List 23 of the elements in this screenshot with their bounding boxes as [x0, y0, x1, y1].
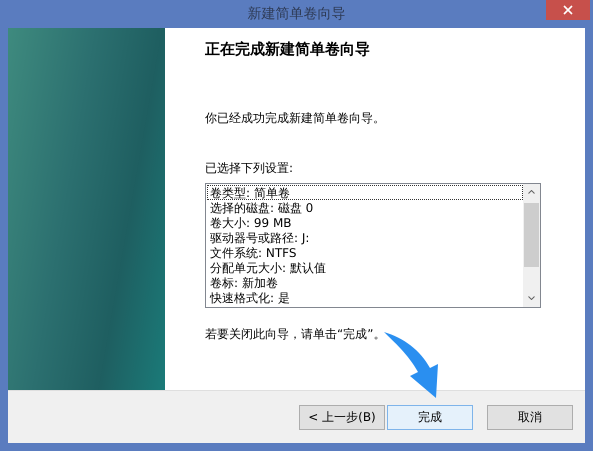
- settings-item[interactable]: 卷大小: 99 MB: [207, 214, 523, 230]
- scroll-thumb[interactable]: [524, 202, 539, 266]
- settings-item[interactable]: 分配单元大小: 默认值: [207, 260, 523, 274]
- settings-label: 已选择下列设置:: [205, 160, 294, 176]
- settings-item[interactable]: 驱动器号或路径: J:: [207, 230, 523, 244]
- settings-list[interactable]: 卷类型: 简单卷 选择的磁盘: 磁盘 0 卷大小: 99 MB 驱动器号或路径: J: 文件系统: NTFS 分配单元大小: 默认值 卷标: 新加卷 快速格式化: 是: [205, 182, 541, 308]
- completion-message: 你已经成功完成新建简单卷向导。: [205, 110, 386, 126]
- window-title: 新建简单卷向导: [248, 4, 346, 24]
- chevron-down-icon: [528, 296, 535, 300]
- scrollbar[interactable]: [523, 184, 540, 306]
- dialog-button[interactable]: 取消: [487, 404, 573, 430]
- close-icon: [563, 5, 573, 16]
- settings-item[interactable]: 卷类型: 简单卷: [207, 184, 523, 200]
- dialog-button[interactable]: < 上一步(B): [299, 404, 385, 430]
- dialog-button[interactable]: 完成: [387, 404, 473, 430]
- settings-item[interactable]: 选择的磁盘: 磁盘 0: [207, 200, 523, 214]
- wizard-heading: 正在完成新建简单卷向导: [205, 39, 371, 60]
- close-button[interactable]: [546, 0, 590, 20]
- settings-item[interactable]: 卷标: 新加卷: [207, 274, 523, 290]
- chevron-up-icon: [528, 190, 535, 194]
- settings-item[interactable]: 快速格式化: 是: [207, 290, 523, 304]
- close-hint: 若要关闭此向导，请单击“完成”。: [205, 326, 386, 342]
- settings-item[interactable]: 文件系统: NTFS: [207, 244, 523, 260]
